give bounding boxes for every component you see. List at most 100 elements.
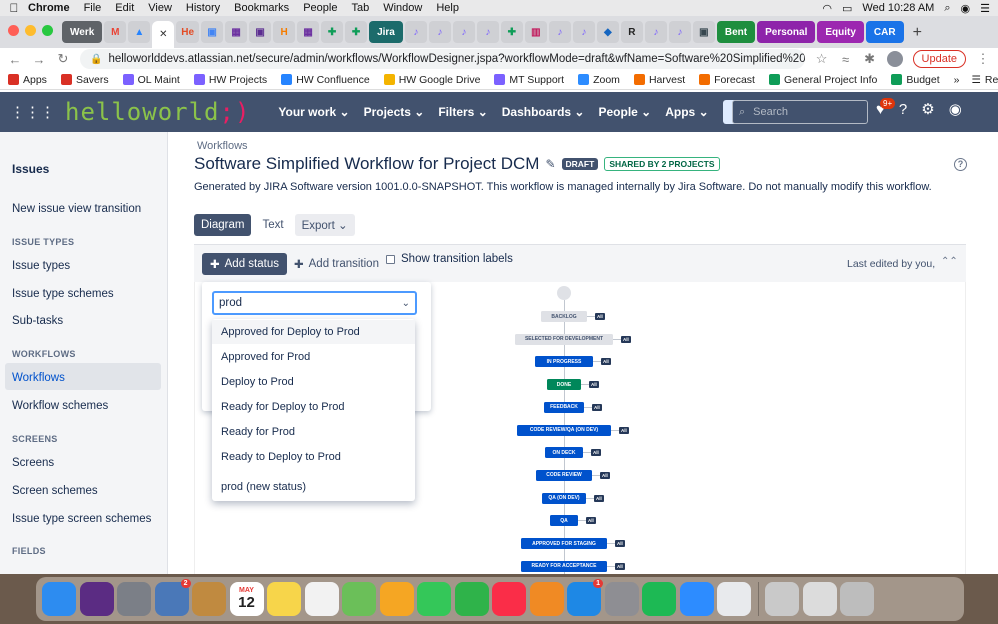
status-node-ready-for-acceptance[interactable]: READY FOR ACCEPTANCE bbox=[521, 560, 607, 572]
browser-tab-22[interactable]: R bbox=[620, 21, 643, 43]
notification-center-icon[interactable]: ☰ bbox=[980, 2, 990, 15]
browser-tab-group-werk[interactable]: Werk bbox=[62, 21, 103, 43]
browser-tab-16[interactable]: ♪ bbox=[476, 21, 499, 43]
dock-zoom-icon[interactable] bbox=[679, 582, 714, 616]
menu-help[interactable]: Help bbox=[436, 2, 459, 14]
browser-tab-10[interactable]: ✚ bbox=[321, 21, 344, 43]
status-node-code-review[interactable]: CODE REVIEW bbox=[536, 469, 592, 481]
browser-tab-25[interactable]: ▣ bbox=[692, 21, 715, 43]
dock-siri-icon[interactable] bbox=[79, 582, 114, 616]
dock-photos-icon[interactable] bbox=[379, 582, 414, 616]
reload-icon[interactable]: ↻ bbox=[56, 51, 70, 67]
bookmark-hw-google-drive[interactable]: HW Google Drive bbox=[383, 74, 480, 86]
status-option[interactable]: prod (new status) bbox=[212, 475, 415, 499]
all-transition-3[interactable]: All bbox=[581, 381, 599, 389]
browser-tab-20[interactable]: ♪ bbox=[572, 21, 595, 43]
dock-system-preferences-icon[interactable] bbox=[604, 582, 639, 616]
dock-maps-icon[interactable] bbox=[342, 582, 376, 616]
browser-tab-group-equity[interactable]: Equity bbox=[817, 21, 864, 43]
clock[interactable]: Wed 10:28 AM bbox=[862, 2, 934, 14]
status-node-in-progress[interactable]: IN PROGRESS bbox=[535, 356, 593, 368]
status-node-backlog[interactable]: BACKLOG bbox=[541, 311, 587, 322]
start-node[interactable] bbox=[557, 286, 571, 300]
export-dropdown[interactable]: Export ⌄ bbox=[294, 214, 355, 236]
dock-calendar-icon[interactable]: MAY 12 bbox=[229, 582, 264, 616]
close-window-button[interactable] bbox=[8, 25, 19, 36]
browser-tab-group-jira[interactable]: Jira bbox=[369, 21, 403, 43]
browser-tab-9[interactable]: ▦ bbox=[297, 21, 320, 43]
dock-trash-icon[interactable] bbox=[840, 582, 874, 616]
browser-tab-group-personal[interactable]: Personal bbox=[757, 21, 816, 43]
dock-messages-icon[interactable] bbox=[417, 582, 451, 616]
dock-preview-icon[interactable]: 2 bbox=[154, 579, 191, 616]
search-input[interactable]: ⌕ Search bbox=[732, 100, 868, 124]
active-tab-close-icon[interactable]: ✕ bbox=[152, 21, 175, 48]
browser-tab-11[interactable]: ✚ bbox=[345, 21, 368, 43]
lock-icon[interactable]: 🔒 bbox=[90, 54, 102, 65]
all-transition-10[interactable]: All bbox=[607, 540, 625, 547]
nav-apps[interactable]: Apps ⌄ bbox=[665, 105, 708, 119]
update-button[interactable]: Update bbox=[912, 50, 966, 68]
battery-icon[interactable]: ▭ bbox=[842, 2, 852, 15]
minimize-window-button[interactable] bbox=[25, 25, 36, 36]
bookmark-savers[interactable]: Savers bbox=[60, 74, 109, 86]
browser-tab-7[interactable]: ▣ bbox=[249, 21, 272, 43]
sidebar-item-sub-tasks[interactable]: Sub-tasks bbox=[12, 315, 63, 327]
sidebar-item-screen-schemes[interactable]: Screen schemes bbox=[12, 485, 98, 497]
all-transition-5[interactable]: All bbox=[611, 426, 629, 434]
nav-filters[interactable]: Filters ⌄ bbox=[438, 105, 487, 119]
browser-tab-5[interactable]: ▣ bbox=[201, 21, 224, 43]
menu-app-name[interactable]: Chrome bbox=[28, 2, 70, 14]
reading-list[interactable]: ☰ Reading List bbox=[972, 74, 998, 86]
menu-edit[interactable]: Edit bbox=[115, 2, 134, 14]
all-transition-0[interactable]: All bbox=[587, 313, 605, 320]
checkbox[interactable] bbox=[386, 254, 395, 264]
menu-window[interactable]: Window bbox=[383, 2, 422, 14]
extension-icon[interactable]: ≈ bbox=[839, 52, 853, 67]
browser-tab-4[interactable]: He bbox=[176, 21, 200, 43]
sidebar-item-new-issue-view[interactable]: New issue view transition bbox=[12, 203, 141, 215]
new-tab-icon[interactable]: + bbox=[913, 24, 922, 42]
add-transition-button[interactable]: ✚ Add transition bbox=[294, 253, 379, 275]
user-avatar[interactable]: ◉ bbox=[949, 100, 962, 118]
bookmark-mt-support[interactable]: MT Support bbox=[494, 74, 564, 86]
status-option[interactable]: Ready to Deploy to Prod bbox=[212, 445, 415, 469]
more-menu-icon[interactable]: ⋮ bbox=[976, 51, 990, 67]
dock-spotify-icon[interactable] bbox=[642, 582, 676, 616]
url-field[interactable]: 🔒 helloworlddevs.atlassian.net/secure/ad… bbox=[80, 49, 805, 69]
zoom-window-button[interactable] bbox=[42, 25, 53, 36]
back-icon[interactable]: ← bbox=[8, 52, 22, 67]
dock-notes-icon[interactable] bbox=[267, 582, 301, 616]
help-circle-icon[interactable]: ? bbox=[954, 158, 967, 171]
browser-tab-21[interactable]: ◆ bbox=[596, 21, 619, 43]
status-option[interactable]: Approved for Prod bbox=[212, 345, 415, 369]
status-node-code-review-qa-on-dev-[interactable]: CODE REVIEW/QA (ON DEV) bbox=[517, 424, 611, 436]
add-status-button[interactable]: ✚ Add status bbox=[202, 253, 287, 275]
browser-tab-24[interactable]: ♪ bbox=[668, 21, 691, 43]
sidebar-item-issue-type-screen-schemes[interactable]: Issue type screen schemes bbox=[12, 513, 151, 525]
breadcrumb[interactable]: Workflows bbox=[197, 140, 248, 152]
nav-projects[interactable]: Projects ⌄ bbox=[364, 105, 425, 119]
bookmark-apps[interactable]: Apps bbox=[8, 74, 47, 86]
all-transition-6[interactable]: All bbox=[583, 449, 601, 457]
apple-icon[interactable]:  bbox=[0, 1, 28, 15]
browser-tab-14[interactable]: ♪ bbox=[428, 21, 451, 43]
bookmark-forecast[interactable]: Forecast bbox=[699, 74, 755, 86]
dock-reminders-icon[interactable] bbox=[304, 582, 339, 616]
sidebar-item-screens[interactable]: Screens bbox=[12, 457, 54, 469]
more-bookmarks[interactable]: » bbox=[954, 74, 960, 86]
menu-people[interactable]: People bbox=[303, 2, 337, 14]
dock-documents-icon[interactable] bbox=[802, 582, 837, 616]
browser-tab-13[interactable]: ♪ bbox=[404, 21, 427, 43]
bookmark-star-icon[interactable]: ☆ bbox=[815, 51, 829, 67]
site-logo[interactable]: helloworld;) bbox=[65, 98, 250, 126]
menu-bookmarks[interactable]: Bookmarks bbox=[234, 2, 289, 14]
browser-tab-group-car[interactable]: CAR bbox=[865, 21, 904, 43]
menu-view[interactable]: View bbox=[148, 2, 172, 14]
dock-music-icon[interactable] bbox=[492, 582, 526, 616]
nav-dashboards[interactable]: Dashboards ⌄ bbox=[502, 105, 585, 119]
status-node-feedback[interactable]: FEEDBACK bbox=[544, 401, 584, 413]
status-option[interactable]: Ready for Prod bbox=[212, 420, 415, 444]
bookmark-budget[interactable]: Budget bbox=[891, 74, 940, 86]
tab-text[interactable]: Text bbox=[255, 214, 290, 236]
